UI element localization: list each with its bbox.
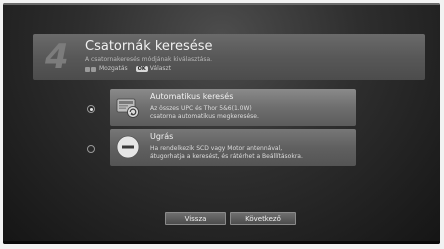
back-button[interactable]: Vissza bbox=[165, 212, 226, 225]
option-description-line: átugorhatja a keresést, és rátérhet a Be… bbox=[150, 153, 303, 160]
option-title: Automatikus keresés bbox=[150, 92, 234, 101]
hint-select-label: Választ bbox=[149, 65, 172, 72]
step-number: 4 bbox=[45, 37, 69, 77]
next-button[interactable]: Következő bbox=[230, 212, 296, 225]
option-description: Az összes UPC és Thor 5&6(1.0W) csatorna… bbox=[150, 105, 350, 121]
skip-icon bbox=[116, 135, 140, 159]
option-description-line: Az összes UPC és Thor 5&6(1.0W) bbox=[150, 105, 252, 112]
radio-automatic-search[interactable] bbox=[87, 105, 95, 113]
tv-screen: 4 Csatornák keresése A csatornakeresés m… bbox=[3, 3, 440, 244]
screen-top-edge bbox=[3, 3, 440, 5]
ok-key-icon: OK bbox=[135, 66, 148, 72]
option-skip[interactable]: Ugrás Ha rendelkezik SCD vagy Motor ante… bbox=[110, 129, 356, 166]
page-subtitle: A csatornakeresés módjának kiválasztása. bbox=[85, 56, 213, 63]
step-header: 4 Csatornák keresése A csatornakeresés m… bbox=[33, 34, 425, 80]
option-title: Ugrás bbox=[150, 132, 174, 141]
satellite-search-icon bbox=[116, 98, 139, 118]
option-description-line: csatorna automatikus megkeresése. bbox=[150, 113, 259, 120]
option-description: Ha rendelkezik SCD vagy Motor antennával… bbox=[150, 145, 350, 161]
option-description-line: Ha rendelkezik SCD vagy Motor antennával… bbox=[150, 145, 283, 152]
page-title: Csatornák keresése bbox=[85, 39, 213, 54]
key-hints: Mozgatás OK Választ bbox=[85, 65, 171, 73]
up-arrow-key-icon bbox=[85, 66, 90, 72]
screen-bottom-edge bbox=[3, 241, 440, 244]
radio-skip[interactable] bbox=[87, 145, 95, 153]
option-automatic-search[interactable]: Automatikus keresés Az összes UPC és Tho… bbox=[110, 89, 356, 126]
down-arrow-key-icon bbox=[91, 66, 96, 72]
hint-move-label: Mozgatás bbox=[99, 65, 128, 72]
